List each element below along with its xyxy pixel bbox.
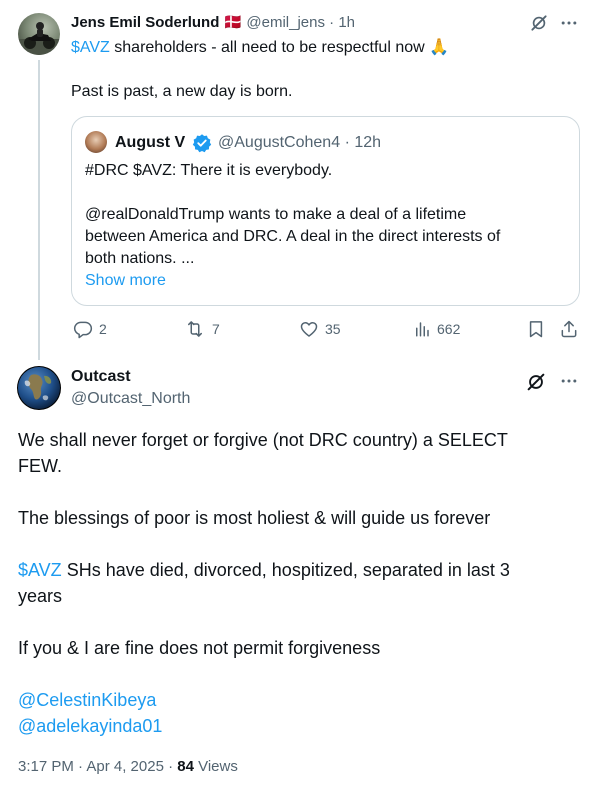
quote-author-avatar[interactable]: [85, 131, 107, 153]
main-text-para3-rest: SHs have died, divorced, hospitized, sep…: [61, 560, 510, 580]
main-author-name[interactable]: Outcast: [71, 367, 131, 387]
tweet-views-count: 84: [177, 758, 194, 775]
reply-icon: [73, 321, 93, 339]
thread-connector-line: [38, 60, 40, 360]
reply-action[interactable]: 2: [73, 319, 107, 339]
quoted-tweet-card[interactable]: August V @AugustCohen4 · 12h #DRC $AVZ: …: [71, 116, 580, 306]
tweet-views-label: Views: [193, 758, 238, 775]
tweet-timestamp[interactable]: 3:17 PM · Apr 4, 2025 ·: [18, 758, 177, 775]
earth-image: [18, 367, 60, 409]
quote-text-line1: #DRC $AVZ: There it is everybody.: [85, 162, 333, 179]
share-action[interactable]: [559, 319, 579, 339]
main-author-avatar[interactable]: [17, 366, 61, 410]
bookmark-icon: [529, 321, 543, 338]
quote-header: August V: [115, 132, 185, 154]
show-more-link[interactable]: Show more: [85, 270, 166, 292]
main-text-para1-line2: FEW.: [18, 456, 62, 476]
quote-meta: @AugustCohen4 · 12h: [218, 132, 381, 154]
views-action[interactable]: 662: [413, 319, 460, 339]
quote-text-line3: between America and DRC. A deal in the d…: [85, 228, 501, 245]
mention-celestinkibeya[interactable]: @CelestinKibeya: [18, 687, 156, 713]
reply-author-handle[interactable]: @emil_jens: [246, 14, 325, 31]
reply-header: Jens Emil Soderlund 🇩🇰 @emil_jens · 1h: [71, 13, 355, 33]
views-count: 662: [437, 321, 461, 337]
repost-action[interactable]: 7: [184, 319, 220, 339]
bookmark-action[interactable]: [526, 319, 546, 339]
grok-icon[interactable]: [529, 13, 549, 33]
reply-text-line1: $AVZ shareholders - all need to be respe…: [71, 37, 449, 59]
mention-adelekayinda01[interactable]: @adelekayinda01: [18, 713, 162, 739]
main-text-para3-line2: years: [18, 586, 63, 606]
reply-time[interactable]: 1h: [338, 14, 355, 31]
repost-count: 7: [212, 321, 220, 337]
main-text-para2: The blessings of poor is most holiest & …: [18, 508, 491, 528]
motorcycle-rider-image: [18, 22, 60, 55]
like-count: 35: [325, 321, 341, 337]
quote-separator: ·: [344, 134, 350, 151]
more-icon[interactable]: [559, 371, 579, 391]
reply-text-rest: shareholders - all need to be respectful…: [109, 39, 430, 56]
repost-icon: [188, 321, 202, 337]
cashtag-avz[interactable]: $AVZ: [18, 560, 62, 580]
main-text-para4: If you & I are fine does not permit forg…: [18, 638, 381, 658]
reply-separator: ·: [329, 14, 335, 31]
reply-text-line2: Past is past, a new day is born.: [71, 83, 293, 100]
main-text-para1-line1: We shall never forget or forgive (not DR…: [18, 430, 508, 450]
quote-text-line2: @realDonaldTrump wants to make a deal of…: [85, 206, 467, 223]
cashtag-avz[interactable]: $AVZ: [71, 39, 110, 56]
denmark-flag-emoji: 🇩🇰: [223, 14, 243, 31]
like-action[interactable]: 35: [299, 319, 341, 339]
share-icon: [561, 320, 577, 338]
reply-author-avatar[interactable]: [18, 13, 60, 55]
main-author-handle[interactable]: @Outcast_North: [71, 389, 190, 409]
more-icon[interactable]: [559, 13, 579, 33]
main-text-para3-line1: $AVZ SHs have died, divorced, hospitized…: [18, 557, 510, 583]
grok-icon[interactable]: [525, 371, 547, 393]
tweet-timestamp-row: 3:17 PM · Apr 4, 2025 · 84 Views: [18, 757, 238, 777]
reply-count: 2: [99, 321, 107, 337]
quote-author-handle[interactable]: @AugustCohen4: [218, 134, 340, 151]
reply-author-name[interactable]: Jens Emil Soderlund: [71, 14, 219, 31]
verified-badge-icon: [192, 133, 212, 153]
quote-time[interactable]: 12h: [354, 134, 381, 151]
quote-text-line4: both nations. ...: [85, 250, 195, 267]
folded-hands-emoji: 🙏: [429, 39, 450, 56]
like-icon: [300, 322, 318, 337]
views-icon: [416, 322, 429, 337]
quote-author-name[interactable]: August V: [115, 134, 185, 151]
